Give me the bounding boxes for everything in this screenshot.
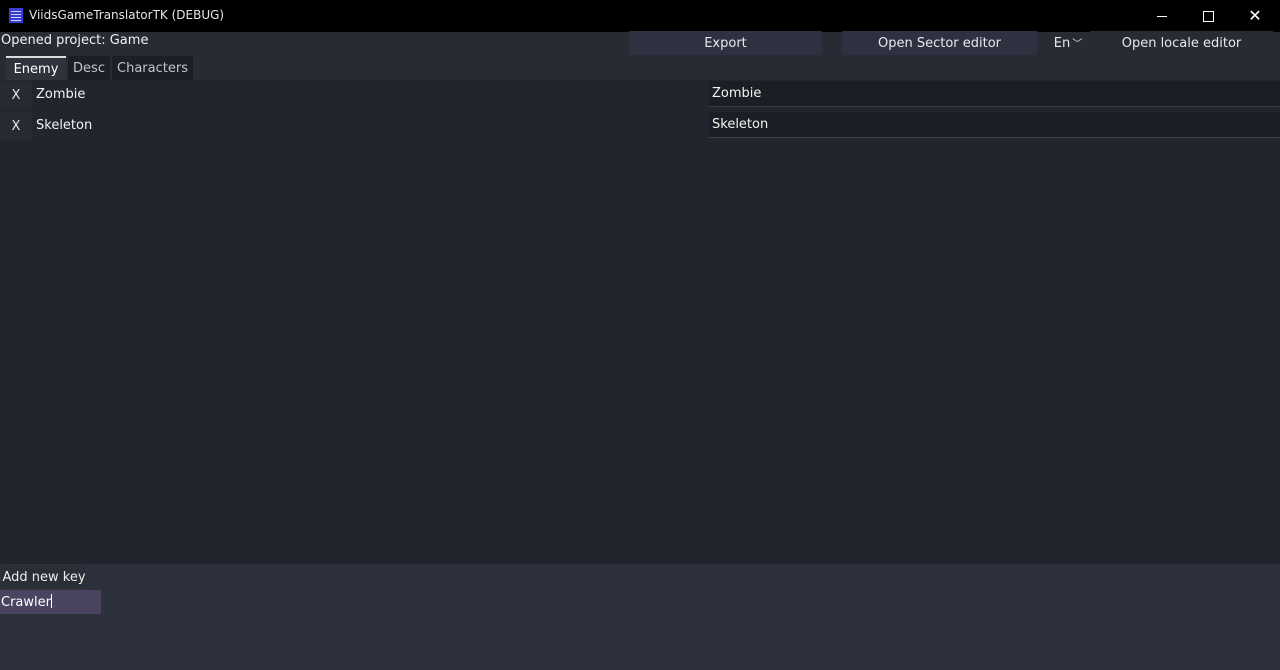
window-title: ViidsGameTranslatorTK (DEBUG) [29,8,225,22]
tab-desc[interactable]: Desc [68,56,110,80]
tab-enemy[interactable]: Enemy [6,56,66,80]
key-label: Zombie [36,87,86,102]
text-caret [50,594,52,608]
project-label: Opened project: Game [1,33,149,48]
add-key-panel [0,564,1280,670]
language-select-value: En [1053,35,1071,51]
table-row: X Skeleton Skeleton [0,112,1280,140]
new-key-input[interactable]: Crawler [0,590,101,614]
open-locale-editor-button[interactable]: Open locale editor [1090,31,1273,55]
minimize-button[interactable] [1139,0,1185,32]
app-icon [9,8,23,23]
table-row: X Zombie Zombie [0,81,1280,109]
translation-field[interactable]: Zombie [709,81,1280,107]
minimize-icon [1157,15,1167,17]
translation-field[interactable]: Skeleton [709,112,1280,138]
chevron-down-icon: ﹀ [1072,38,1083,50]
delete-key-button[interactable]: X [0,81,32,109]
title-bar: ViidsGameTranslatorTK (DEBUG) ✕ [0,0,1280,32]
export-button[interactable]: Export [629,31,822,55]
new-key-input-value: Crawler [1,595,51,610]
delete-key-button[interactable]: X [0,112,32,140]
tab-characters[interactable]: Characters [112,56,193,80]
tab-bar: Enemy Desc Characters [0,56,1280,80]
key-list-panel [0,80,1280,564]
close-button[interactable]: ✕ [1232,0,1278,32]
add-new-key-button[interactable]: Add new key [2,566,86,588]
maximize-button[interactable] [1185,0,1231,32]
key-label: Skeleton [36,118,93,133]
close-icon: ✕ [1248,6,1262,25]
maximize-icon [1202,10,1214,22]
open-sector-editor-button[interactable]: Open Sector editor [842,31,1037,55]
language-select[interactable]: En ﹀ [1048,31,1088,55]
